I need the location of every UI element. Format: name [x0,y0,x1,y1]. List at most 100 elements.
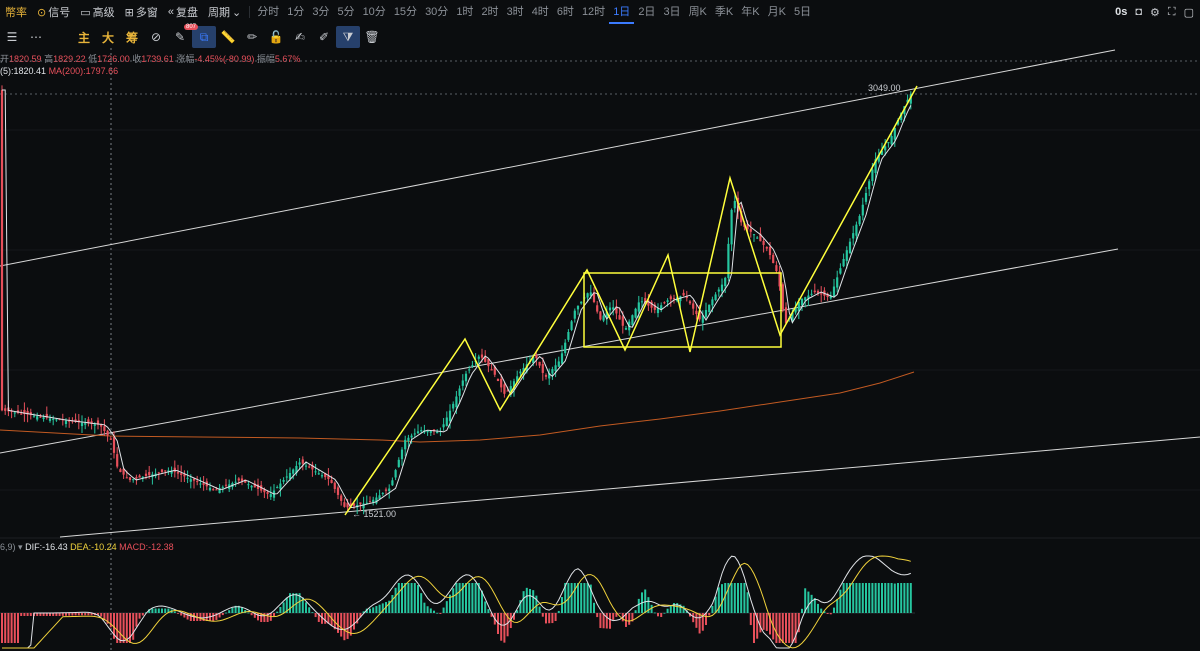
macd-bar [199,613,202,621]
macd-bar [250,613,253,616]
price-chart[interactable]: 3049.00 ← 1521.00 [0,0,1200,651]
candle-body [800,298,804,306]
macd-bar [439,613,442,614]
macd-bar [340,613,343,637]
candle-body [93,424,96,426]
candle-body [112,436,116,453]
candle-body [618,315,621,320]
macd-bar [788,613,791,643]
candle-body [541,364,544,373]
candles [0,85,912,515]
macd-bar [743,583,746,613]
candle-body [189,479,192,482]
macd-bar [893,583,896,613]
macd-bar [807,591,810,613]
macd-bar [525,587,528,613]
candle-body [663,302,666,304]
candle-body [279,483,282,489]
wave-pattern-line [344,85,918,516]
macd-bar [391,595,394,613]
candle-body [596,305,599,312]
candle-body [733,201,736,209]
candle-body [682,292,685,296]
macd-bar [695,613,698,628]
macd-bar [833,607,835,613]
macd-bar [538,606,541,613]
macd-bar [753,613,755,643]
candle-body [855,224,858,236]
macd-bar [13,613,16,643]
candle-body [164,470,167,472]
candle-body [637,302,640,312]
candle-body [868,181,871,190]
macd-bar [740,583,743,613]
macd-bar [554,613,557,622]
candle-body [410,435,413,438]
candle-body [240,478,244,481]
candle-body [576,306,580,310]
macd-bar [746,592,749,613]
candle-body [106,430,109,436]
candle-body [621,316,624,326]
macd-bar [369,608,371,613]
candle-body [13,412,16,414]
candle-body [762,240,765,245]
candle-body [570,321,573,330]
macd-bar [749,613,752,626]
candle-body [519,371,522,374]
candle-body [250,485,253,488]
macd-bar [836,599,839,613]
macd-bar [228,610,231,613]
candle-body [567,332,570,340]
macd-bar [577,583,579,613]
candle-body [221,486,224,488]
candle-body [887,142,890,144]
macd-bar [881,583,883,613]
macd-bar [212,613,215,621]
candle-body [269,494,272,497]
macd-bar [666,608,669,613]
candle-body [640,301,644,303]
macd-bar [7,613,10,643]
macd-bar [541,613,544,617]
macd-bar [177,613,179,614]
candle-body [125,477,128,479]
candle-body [669,296,672,300]
macd-bar [570,583,573,613]
candle-body [420,430,423,432]
macd-bar [580,583,583,613]
macd-bar [161,608,163,613]
macd-bar [122,613,125,643]
macd-bar [535,595,538,613]
candle-body [285,476,288,478]
candle-body [692,303,695,309]
macd-bar [257,613,259,621]
macd-bar [826,613,829,614]
macd-bar [599,613,602,629]
candle-body [708,304,711,313]
candle-body [487,359,490,367]
candle-body [711,299,714,306]
candle-body [749,229,752,232]
candle-body [116,454,119,467]
macd-bar [433,610,435,613]
candle-body [404,439,407,450]
candle-body [247,484,250,486]
macd-bar [669,605,672,613]
macd-bar [692,613,695,623]
candle-body [308,466,311,468]
candle-body [832,286,836,297]
candle-body [397,459,400,467]
macd-bar [561,597,563,613]
candle-body [717,289,720,292]
candle-body [560,353,564,364]
candle-body [672,298,676,300]
macd-bar [20,613,23,616]
candle-body [4,408,7,411]
candle-body [362,503,365,509]
candle-body [858,216,861,225]
candle-body [730,209,733,245]
macd-bar [100,613,103,617]
macd-bar [609,613,611,629]
macd-bar [282,602,285,613]
